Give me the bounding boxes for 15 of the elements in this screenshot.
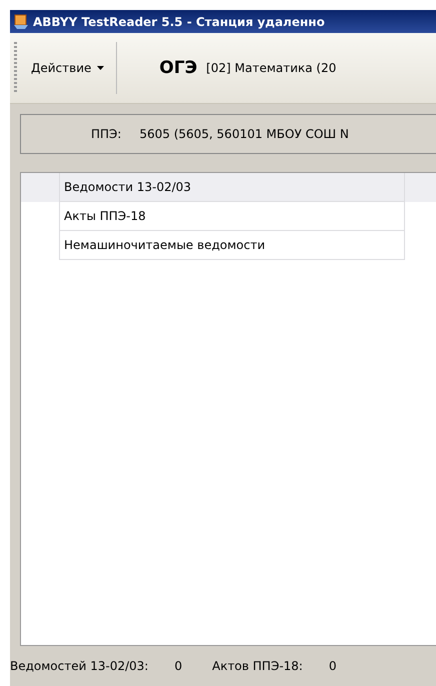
status-value: 0: [174, 659, 182, 673]
status-label: Актов ППЭ-18:: [212, 659, 303, 673]
action-menu-button[interactable]: Действие: [25, 57, 110, 79]
exam-type: ОГЭ: [159, 58, 198, 78]
subject-label: [02] Математика (20: [206, 61, 336, 75]
app-icon: [13, 14, 29, 30]
list-item: Немашиночитаемые ведомости: [59, 231, 405, 260]
list-row[interactable]: Ведомости 13-02/03: [21, 173, 436, 202]
caret-icon: [97, 66, 104, 70]
info-value: 5605 (5605, 560101 МБОУ СОШ N: [139, 127, 349, 141]
info-label: ППЭ:: [91, 127, 122, 141]
status-label: Ведомостей 13-02/03:: [10, 659, 148, 673]
window-title: ABBYY TestReader 5.5 - Станция удаленно: [33, 14, 325, 28]
status-value: 0: [328, 659, 336, 673]
toolbar-grip[interactable]: [14, 42, 17, 94]
